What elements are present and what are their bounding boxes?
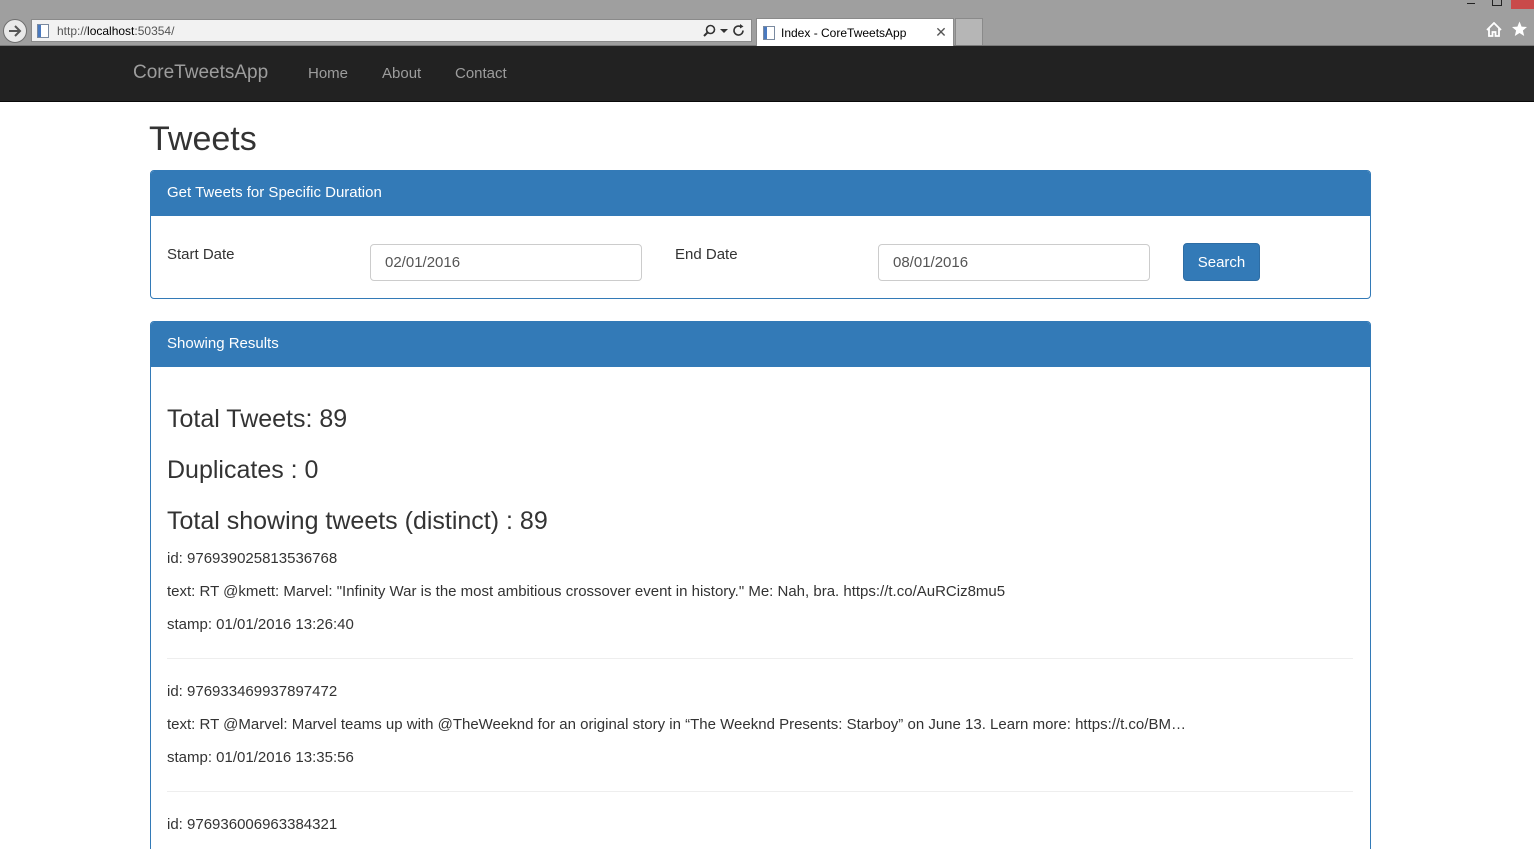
address-bar[interactable]: http://localhost:50354/ xyxy=(31,19,752,42)
back-button[interactable] xyxy=(3,19,27,43)
page-title: Tweets xyxy=(149,120,257,158)
nav-home[interactable]: Home xyxy=(308,65,348,82)
tab-title: Index - CoreTweetsApp xyxy=(781,25,907,40)
tab-page-icon xyxy=(763,25,775,40)
end-date-input[interactable] xyxy=(878,244,1150,281)
url-prefix: http:// xyxy=(57,23,88,38)
minimize-icon[interactable] xyxy=(1464,0,1478,8)
tweet-stamp: stamp: 01/01/2016 13:35:56 xyxy=(167,749,354,766)
distinct-count: Total showing tweets (distinct) : 89 xyxy=(167,507,548,535)
search-panel-heading: Get Tweets for Specific Duration xyxy=(151,171,1370,216)
tweet-id: id: 976933469937897472 xyxy=(167,683,338,700)
nav-contact[interactable]: Contact xyxy=(455,65,507,82)
maximize-icon[interactable] xyxy=(1492,0,1502,6)
address-url[interactable]: http://localhost:50354/ xyxy=(57,24,703,38)
refresh-icon[interactable] xyxy=(732,24,745,37)
page-icon xyxy=(37,23,49,38)
total-tweets: Total Tweets: 89 xyxy=(167,405,348,433)
results-panel-heading: Showing Results xyxy=(151,322,1370,367)
window-close-button[interactable] xyxy=(1511,0,1534,9)
search-panel: Get Tweets for Specific Duration Start D… xyxy=(150,170,1371,299)
back-icon xyxy=(9,25,22,37)
duplicates-count: Duplicates : 0 xyxy=(167,456,319,484)
browser-chrome: http://localhost:50354/ Index - CoreTwee… xyxy=(0,0,1534,46)
url-rest: :50354/ xyxy=(134,23,175,38)
search-icon[interactable] xyxy=(703,24,716,37)
tweet-text: text: RT @kmett: Marvel: "Infinity War i… xyxy=(167,583,1006,600)
start-date-label: Start Date xyxy=(167,246,235,263)
new-tab-button[interactable] xyxy=(955,18,983,45)
tweet-divider xyxy=(167,791,1353,792)
tweet-id: id: 976939025813536768 xyxy=(167,550,338,567)
tweet-text: text: RT @Marvel: Marvel teams up with @… xyxy=(167,716,1186,733)
nav-about[interactable]: About xyxy=(382,65,421,82)
url-host: localhost xyxy=(87,23,135,38)
search-button[interactable]: Search xyxy=(1183,243,1260,281)
close-icon[interactable]: ✕ xyxy=(933,24,949,41)
navbar: CoreTweetsApp Home About Contact xyxy=(0,46,1534,102)
browser-tab[interactable]: Index - CoreTweetsApp ✕ xyxy=(756,18,954,46)
start-date-input[interactable] xyxy=(370,244,642,281)
tweet-stamp: stamp: 01/01/2016 13:26:40 xyxy=(167,616,354,633)
tweet-divider xyxy=(167,658,1353,659)
home-icon[interactable] xyxy=(1486,22,1502,37)
dropdown-icon[interactable] xyxy=(720,28,728,34)
navbar-brand[interactable]: CoreTweetsApp xyxy=(133,62,268,84)
star-icon[interactable] xyxy=(1511,21,1528,37)
tweet-id: id: 976936006963384321 xyxy=(167,816,338,833)
results-panel: Showing Results Total Tweets: 89 Duplica… xyxy=(150,321,1371,849)
end-date-label: End Date xyxy=(675,246,738,263)
